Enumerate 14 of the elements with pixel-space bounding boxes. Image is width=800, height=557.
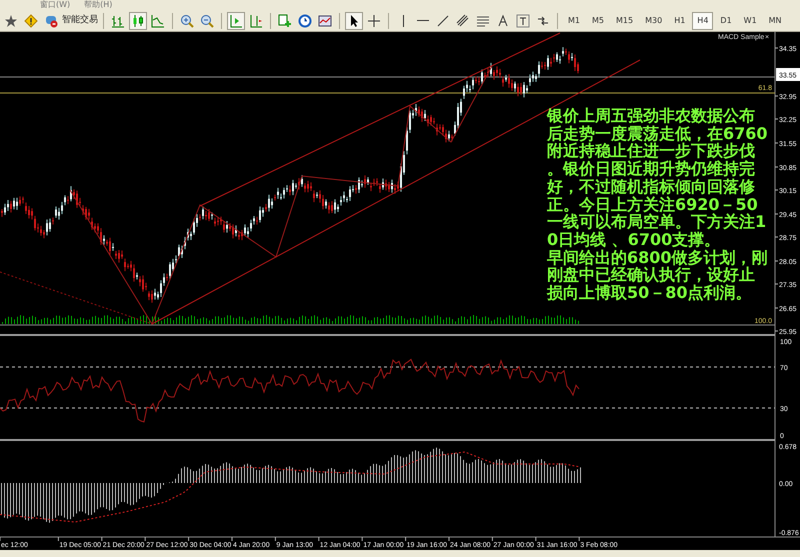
expert-advisors-label: 智能交易 <box>62 14 98 27</box>
timeframe-button[interactable]: M15 <box>611 12 638 30</box>
timeframe-button[interactable]: M30 <box>640 12 668 30</box>
timeframe-button[interactable]: M5 <box>587 12 609 30</box>
timeframe-button[interactable]: H4 <box>692 12 714 30</box>
menu-item[interactable]: 窗口(W) <box>40 0 70 10</box>
commentary-text: 早间给出的6800做多计划，刚刚盘中已经确认执行，设好止损向上博取50－80点利润。 <box>547 248 769 302</box>
timeframe-button[interactable]: H1 <box>669 12 690 30</box>
timeframe-button[interactable]: W1 <box>738 12 762 30</box>
timeframe-button[interactable]: M1 <box>563 12 585 30</box>
commentary-text: 银价上周五强劲非农数据公布后走势一度震荡走低，在6760附近持稳止住进一步下跌步伐。银价日图近期升势仍维持完好，不过随机指标倾向回落修正。今日上方关注6920－50一线可以布局空单。下方关注10日均线 、6700支撑。 <box>547 107 769 249</box>
timeframe-button[interactable]: D1 <box>715 12 737 30</box>
menu-item[interactable]: 帮助(H) <box>84 0 112 10</box>
timeframe-button[interactable]: MN <box>764 12 787 30</box>
